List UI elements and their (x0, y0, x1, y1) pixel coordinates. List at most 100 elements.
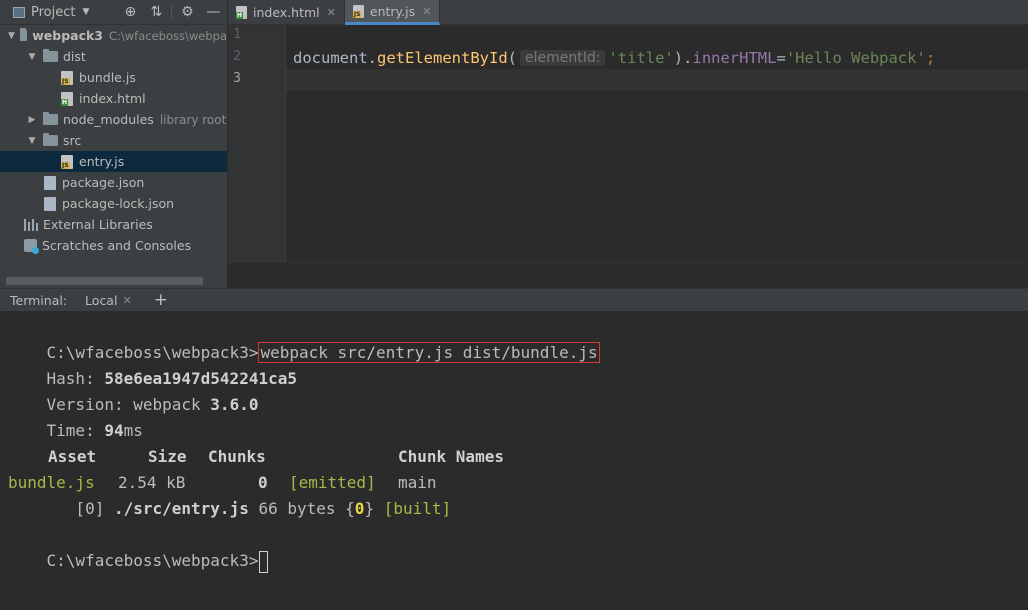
folder-icon (43, 49, 58, 62)
parameter-hint: elementId: (520, 50, 606, 66)
tab-index-html[interactable]: index.html ✕ (228, 0, 345, 25)
code-operator: . (683, 49, 693, 67)
tree-item-external-libraries[interactable]: External Libraries (0, 214, 227, 235)
line-number: 3 (233, 71, 241, 86)
table-row: bundle.js 2.54 kB 0 [emitted] main (8, 444, 608, 492)
editor-gutter[interactable]: 1 2 3 (228, 25, 286, 262)
asset-table-header: Asset Size Chunks Chunk Names (8, 418, 504, 466)
tree-item-bundle-js[interactable]: bundle.js (0, 67, 227, 88)
code-operator: . (367, 49, 377, 67)
tree-item-label: package.json (62, 175, 145, 190)
html-file-icon (236, 6, 247, 19)
folder-icon (43, 112, 58, 125)
time-value: 94 (104, 421, 124, 440)
line-number: 2 (233, 49, 241, 64)
editor-tab-bar: index.html ✕ entry.js ✕ (228, 0, 1028, 25)
tree-item-dist[interactable]: ▼ dist (0, 46, 227, 67)
expand-arrow-icon[interactable]: ▼ (8, 31, 15, 41)
tree-item-label: External Libraries (43, 217, 153, 232)
time-unit: ms (123, 421, 143, 440)
terminal-hash-line: Hash: 58e6ea1947d542241ca5 (8, 340, 297, 388)
folder-icon (19, 28, 28, 41)
tree-item-entry-js[interactable]: entry.js (0, 151, 227, 172)
html-file-icon (61, 91, 73, 106)
terminal-module-line: [0] ./src/entry.js 66 bytes {0} [built] (8, 470, 451, 518)
tree-item-src[interactable]: ▼ src (0, 130, 227, 151)
tree-item-index-html[interactable]: index.html (0, 88, 227, 109)
tree-item-label: webpack3 (32, 28, 103, 43)
time-label: Time: (46, 421, 105, 440)
terminal-command-line: C:\wfaceboss\webpack3> webpack src/entry.… (8, 314, 600, 363)
terminal-version-line: Version: webpack 3.6.0 (8, 366, 259, 414)
tree-item-path: C:\wfaceboss\webpa (109, 28, 227, 43)
code-operator: ) (673, 49, 684, 67)
code-property: innerHTML (692, 49, 777, 67)
code-string: 'title' (608, 49, 674, 67)
js-file-icon (352, 4, 364, 18)
code-semicolon: ; (925, 49, 936, 67)
gear-icon[interactable]: ⚙ (174, 4, 200, 20)
module-close: } (364, 499, 384, 518)
js-file-icon (61, 154, 73, 169)
tab-entry-js[interactable]: entry.js ✕ (344, 0, 441, 25)
crosshair-icon[interactable]: ⊕ (117, 4, 143, 20)
code-identifier: document (293, 49, 368, 67)
tree-item-package-json[interactable]: package.json (0, 172, 227, 193)
terminal-command: webpack src/entry.js dist/bundle.js (258, 342, 600, 363)
close-icon[interactable]: ✕ (122, 294, 131, 307)
tree-item-label: src (63, 133, 82, 148)
code-line[interactable]: document. getElementById(elementId:'title… (293, 47, 935, 69)
close-icon[interactable]: ✕ (327, 6, 336, 19)
terminal-prompt: C:\wfaceboss\webpack3> (46, 551, 259, 570)
module-status: [built] (383, 499, 452, 518)
minimize-icon[interactable]: — (200, 4, 226, 20)
new-terminal-button[interactable]: + (154, 290, 168, 310)
terminal-label: Terminal: (10, 292, 68, 308)
terminal-cursor (259, 550, 269, 573)
terminal-output[interactable]: C:\wfaceboss\webpack3> webpack src/entry.… (0, 311, 1028, 610)
expand-arrow-icon[interactable]: ▼ (26, 136, 38, 146)
module-index: [0] (46, 499, 114, 518)
project-title: Project (31, 4, 76, 20)
json-file-icon (44, 175, 56, 190)
tree-item-label: entry.js (79, 154, 125, 169)
terminal-tab-local[interactable]: Local ✕ (85, 293, 132, 308)
tree-item-label: dist (63, 49, 86, 64)
module-chunk: 0 (354, 499, 365, 518)
terminal-tab-label: Local (85, 292, 118, 308)
tree-item-webpack3[interactable]: ▼ webpack3 C:\wfaceboss\webpa (0, 25, 227, 46)
horizontal-scrollbar[interactable] (6, 277, 203, 285)
code-string: 'Hello Webpack' (785, 49, 926, 67)
tab-label: entry.js (369, 3, 416, 19)
library-root-hint: library root (159, 112, 227, 127)
tree-item-node-modules[interactable]: ▶ node_modules library root (0, 109, 227, 130)
code-operator: = (776, 49, 786, 67)
json-file-icon (44, 196, 56, 211)
tree-item-label: Scratches and Consoles (42, 238, 192, 253)
tree-item-label: bundle.js (79, 70, 136, 85)
collapse-icon[interactable]: ⇅ (143, 4, 169, 20)
code-function: getElementById (377, 49, 508, 67)
expand-arrow-icon[interactable]: ▼ (26, 52, 38, 62)
terminal-prompt-line[interactable]: C:\wfaceboss\webpack3> (8, 522, 269, 573)
tree-item-label: package-lock.json (62, 196, 175, 211)
folder-icon (43, 133, 58, 146)
current-line-highlight (286, 69, 1028, 91)
code-editor[interactable]: document. getElementById(elementId:'title… (286, 25, 1028, 262)
tree-item-scratches[interactable]: Scratches and Consoles (0, 235, 227, 256)
terminal-time-line: Time: 94ms (8, 392, 143, 440)
scratches-icon (24, 239, 39, 254)
editor-bottom-area (228, 262, 1028, 288)
project-view-selector[interactable]: Project ▼ (0, 5, 89, 20)
line-number: 1 (233, 27, 241, 42)
expand-arrow-icon[interactable]: ▶ (26, 115, 38, 125)
js-file-icon (61, 70, 73, 85)
tree-item-label: index.html (79, 91, 146, 106)
tab-label: index.html (253, 5, 320, 20)
tree-item-package-lock-json[interactable]: package-lock.json (0, 193, 227, 214)
tree-item-label: node_modules (63, 112, 154, 127)
module-path: ./src/entry.js (113, 499, 249, 518)
header-divider (171, 4, 173, 20)
code-operator: ( (507, 49, 517, 67)
close-icon[interactable]: ✕ (422, 5, 431, 18)
